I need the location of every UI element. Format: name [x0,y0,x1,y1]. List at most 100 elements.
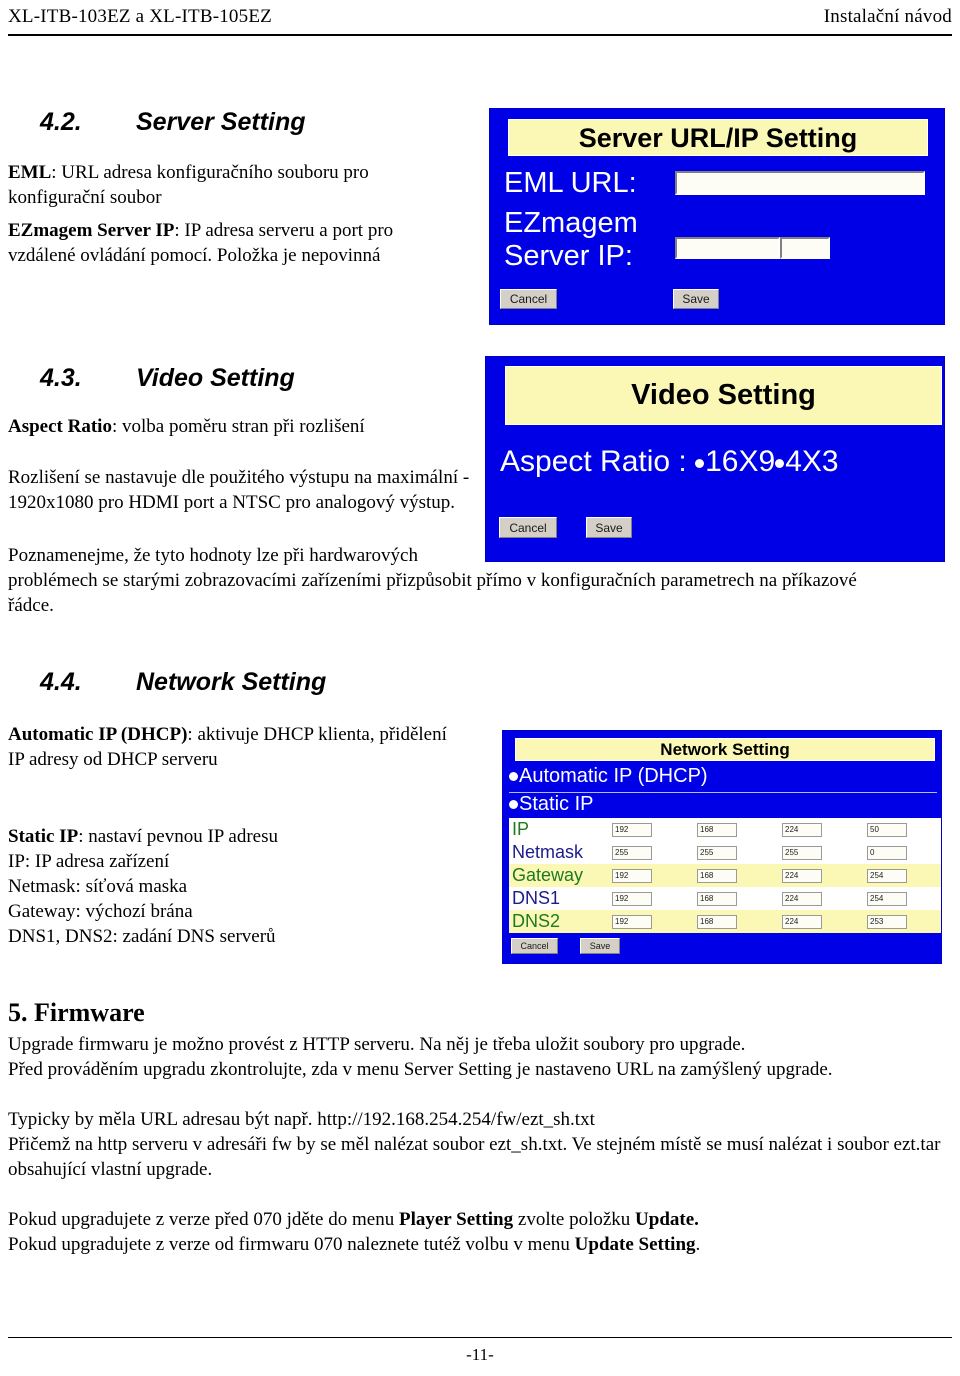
network-dialog-address-rows: IP 192 168 224 50 Netmask 255 255 255 0 Gateway 192… [509,818,941,933]
video-dialog-save-button[interactable]: Save [586,517,632,538]
network-line-dns: DNS1, DNS2: zadání DNS serverů [8,926,276,947]
network-octet-input[interactable]: 224 [782,822,822,837]
server-dialog-ezmagem-label-line1: EZmagem [504,207,638,239]
network-row-label: Netmask [512,842,584,862]
firmware-paragraph-1: Upgrade firmwaru je možno provést z HTTP… [8,1034,746,1055]
page-number: -11- [466,1345,494,1364]
server-paragraph-eml: EML: URL adresa konfiguračního souboru p… [8,160,456,210]
network-octet-cell: 224 [779,910,864,933]
network-row-label: Gateway [512,865,584,885]
section-heading-firmware: 5. Firmware [8,998,145,1027]
network-octet-input[interactable]: 192 [612,868,652,883]
network-octet-input[interactable]: 192 [612,891,652,906]
network-dialog-option-dhcp[interactable]: Automatic IP (DHCP) [509,765,937,793]
server-url-ip-setting-dialog: Server URL/IP Setting EML URL: EZmagem S… [489,108,945,325]
network-octet-input[interactable]: 253 [867,914,907,929]
server-dialog-port-input[interactable] [780,237,830,259]
network-row-label: IP [512,819,530,839]
network-octet-input[interactable]: 254 [867,868,907,883]
network-octet-cell: 224 [779,818,864,841]
network-octet-cell: 254 [864,864,941,887]
network-line-gateway: Gateway: výchozí brána [8,901,193,922]
server-dialog-ip-input[interactable] [675,237,780,259]
network-octet-cell: 192 [609,910,694,933]
table-row: IP 192 168 224 50 [509,818,941,841]
video-dialog-option-4x3[interactable]: 4X3 [785,445,838,478]
network-dialog-cancel-button[interactable]: Cancel [511,938,558,954]
network-octet-input[interactable]: 192 [612,914,652,929]
network-dialog-option-static-label: Static IP [519,793,594,815]
section-heading-video: 4.3. Video Setting [40,364,295,393]
network-octet-cell: 168 [694,864,779,887]
firmware-paragraph-5: Pokud upgradujete z verze před 070 jděte… [8,1207,952,1232]
network-octet-input[interactable]: 224 [782,868,822,883]
network-octet-input[interactable]: 168 [697,891,737,906]
network-dialog-save-button[interactable]: Save [580,938,620,954]
radio-4x3-icon[interactable] [775,458,785,468]
server-dialog-save-button[interactable]: Save [673,289,719,309]
firmware-paragraph-6: Pokud upgradujete z verze od firmwaru 07… [8,1232,952,1257]
network-row-label: DNS2 [512,911,561,931]
section-title-video: Video Setting [136,364,295,392]
network-octet-cell: 255 [609,841,694,864]
section-title-server: Server Setting [136,108,306,136]
firmware-paragraph-3: Typicky by měla URL adresau být např. ht… [8,1109,595,1130]
section-number-server: 4.2. [40,108,82,136]
page-header: XL-ITB-103EZ a XL-ITB-105EZ Instalační n… [8,6,952,28]
network-octet-input[interactable]: 168 [697,868,737,883]
server-dialog-cancel-button[interactable]: Cancel [500,289,557,309]
network-paragraph-static: Static IP: nastaví pevnou IP adresu [8,824,448,849]
network-octet-cell: 50 [864,818,941,841]
network-octet-input[interactable]: 255 [697,845,737,860]
network-octet-input[interactable]: 0 [867,845,907,860]
header-divider [8,34,952,36]
radio-static-ip-icon[interactable] [509,800,518,810]
network-octet-cell: 168 [694,887,779,910]
network-octet-cell: 168 [694,818,779,841]
server-dialog-eml-url-input[interactable] [675,171,925,195]
network-octet-input[interactable]: 50 [867,822,907,837]
network-octet-input[interactable]: 168 [697,914,737,929]
server-paragraph-ezmagem: EZmagem Server IP: IP adresa serveru a p… [8,218,456,268]
firmware-p5-player-setting: Player Setting [398,1209,514,1230]
network-octet-cell: 224 [779,864,864,887]
network-octet-cell: 255 [694,841,779,864]
network-octet-cell: 192 [609,818,694,841]
radio-16x9-icon[interactable] [695,458,705,468]
network-dialog-option-static[interactable]: Static IP [509,793,937,818]
network-octet-input[interactable]: 192 [612,822,652,837]
network-octet-input[interactable]: 224 [782,914,822,929]
server-ezmagem-term: EZmagem Server IP [8,220,175,241]
video-dialog-option-16x9[interactable]: 16X9 [705,445,775,478]
network-octet-cell: 192 [609,864,694,887]
network-octet-cell: 254 [864,887,941,910]
server-dialog-ezmagem-label: EZmagem Server IP: [504,207,638,273]
network-setting-dialog: Network Setting Automatic IP (DHCP) Stat… [502,730,942,964]
firmware-p6-update-setting: Update Setting [574,1234,696,1255]
network-octet-input[interactable]: 254 [867,891,907,906]
network-line-netmask: Netmask: síťová maska [8,876,188,897]
firmware-p5-mid: zvolte položku [513,1209,636,1230]
section-number-video: 4.3. [40,364,82,392]
network-octet-input[interactable]: 224 [782,891,822,906]
table-row: DNS1 192 168 224 254 [509,887,941,910]
network-line-ip: IP: IP adresa zařízení [8,851,170,872]
network-octet-cell: 255 [779,841,864,864]
network-static-term: Static IP [8,826,79,847]
firmware-paragraph-4: Přičemž na http serveru v adresáři fw by… [8,1134,941,1180]
network-octet-cell: 168 [694,910,779,933]
server-dialog-title: Server URL/IP Setting [508,119,928,156]
video-dialog-cancel-button[interactable]: Cancel [499,517,557,538]
radio-dhcp-icon[interactable] [509,772,518,782]
section-number-network: 4.4. [40,668,82,696]
firmware-paragraph-2: Před prováděním upgradu zkontrolujte, zd… [8,1059,833,1080]
video-aspect-desc: : volba poměru stran při rozlišení [111,416,365,437]
network-octet-input[interactable]: 255 [782,845,822,860]
video-dialog-aspect-label: Aspect Ratio : [500,445,687,478]
network-octet-input[interactable]: 255 [612,845,652,860]
section-title-network: Network Setting [136,668,327,696]
table-row: Netmask 255 255 255 0 [509,841,941,864]
firmware-p5-pre: Pokud upgradujete z verze před 070 jděte… [8,1209,399,1230]
video-paragraph-resolution: Rozlišení se nastavuje dle použitého výs… [8,467,470,513]
network-octet-input[interactable]: 168 [697,822,737,837]
